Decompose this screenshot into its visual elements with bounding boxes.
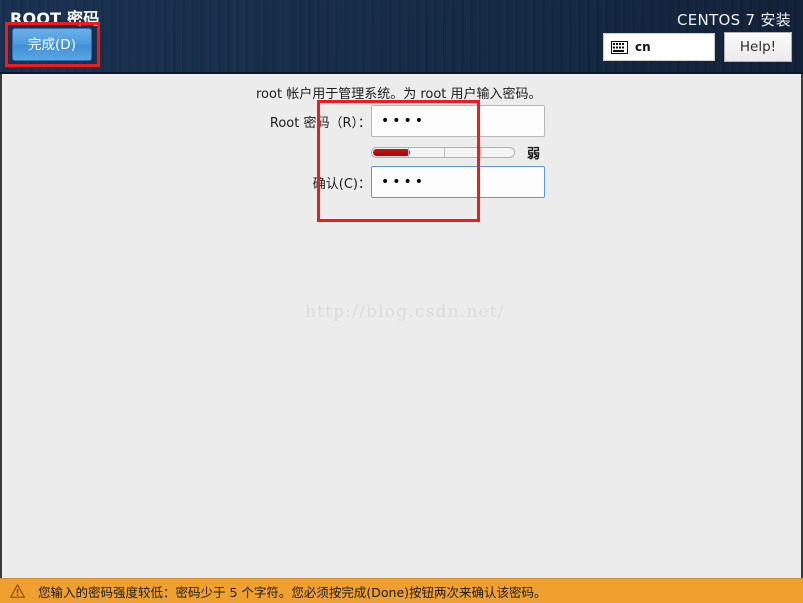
installer-header: ROOT 密码 完成(D) CENTOS 7 安装 cn Help! bbox=[0, 0, 803, 74]
confirm-password-row: 确认(C)： bbox=[256, 166, 545, 198]
done-button[interactable]: 完成(D) bbox=[12, 28, 92, 61]
password-strength-meter bbox=[371, 147, 515, 158]
root-password-input[interactable] bbox=[371, 105, 545, 137]
product-brand-label: CENTOS 7 安装 bbox=[676, 11, 791, 29]
intro-description: root 帐户用于管理系统。为 root 用户输入密码。 bbox=[256, 87, 542, 102]
page-title: ROOT 密码 bbox=[10, 9, 100, 28]
confirm-password-input[interactable] bbox=[371, 166, 545, 198]
meter-tick bbox=[444, 148, 445, 157]
warning-triangle-icon bbox=[10, 584, 25, 598]
keyboard-layout-label: cn bbox=[635, 40, 651, 54]
warning-message: 您输入的密码强度较低：密码少于 5 个字符。您必须按完成(Done)按钮两次来确… bbox=[38, 584, 547, 600]
meter-tick bbox=[480, 148, 481, 157]
password-strength-meter-row: 弱 bbox=[371, 143, 540, 162]
keyboard-layout-indicator[interactable]: cn bbox=[603, 33, 715, 61]
password-row: Root 密码（R）： bbox=[256, 105, 545, 137]
keyboard-icon bbox=[611, 40, 628, 54]
password-label: Root 密码（R）： bbox=[269, 115, 371, 131]
password-strength-label: 弱 bbox=[527, 147, 541, 162]
meter-tick bbox=[408, 148, 409, 157]
confirm-password-label: 确认(C)： bbox=[312, 176, 371, 192]
password-strength-fill bbox=[373, 149, 410, 156]
watermark-text: http://blog.csdn.net/ bbox=[305, 302, 505, 322]
warning-bar: 您输入的密码强度较低：密码少于 5 个字符。您必须按完成(Done)按钮两次来确… bbox=[0, 578, 803, 603]
help-button[interactable]: Help! bbox=[724, 32, 792, 62]
installer-window: ROOT 密码 完成(D) CENTOS 7 安装 cn Help! root … bbox=[0, 0, 803, 603]
main-content: root 帐户用于管理系统。为 root 用户输入密码。 Root 密码（R）：… bbox=[0, 74, 803, 578]
